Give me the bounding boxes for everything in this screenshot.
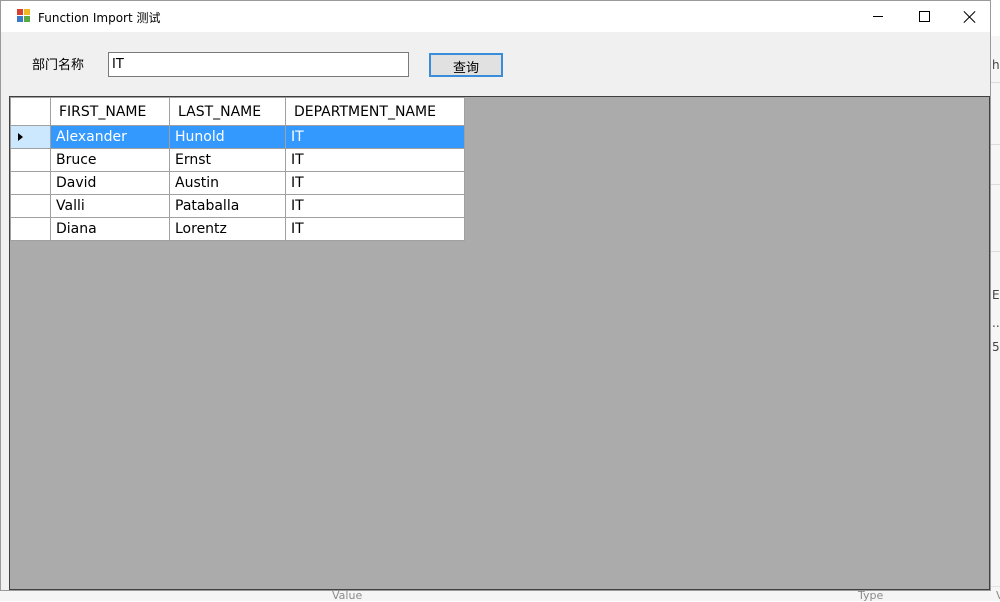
cell-department-name[interactable]: IT (285, 171, 465, 195)
current-row-arrow-icon (18, 133, 23, 141)
table-row[interactable]: Diana Lorentz IT (10, 217, 465, 241)
department-name-label: 部门名称 (32, 58, 85, 73)
cell-last-name[interactable]: Hunold (169, 125, 286, 149)
cell-first-name[interactable]: Alexander (50, 125, 170, 149)
column-header-department-name[interactable]: DEPARTMENT_NAME (285, 97, 465, 126)
cell-first-name[interactable]: Bruce (50, 148, 170, 172)
background-fragment: h (992, 58, 1000, 72)
cell-department-name[interactable]: IT (285, 194, 465, 218)
background-fragment: 55 (992, 340, 1000, 354)
title-bar[interactable]: Function Import 测试 (1, 1, 990, 32)
app-icon (17, 9, 32, 24)
minimize-icon (873, 16, 883, 17)
row-header[interactable] (10, 171, 51, 195)
cell-last-name[interactable]: Ernst (169, 148, 286, 172)
query-button[interactable]: 查询 (429, 53, 503, 77)
cell-department-name[interactable]: IT (285, 217, 465, 241)
cell-department-name[interactable]: IT (285, 148, 465, 172)
background-column-label: V (996, 589, 1000, 602)
row-header[interactable] (10, 125, 51, 149)
row-header[interactable] (10, 217, 51, 241)
table-row[interactable]: David Austin IT (10, 171, 465, 195)
background-app-right-strip: h E .. 55 (991, 36, 1000, 600)
data-grid[interactable]: FIRST_NAME LAST_NAME DEPARTMENT_NAME Ale… (9, 96, 990, 590)
cell-first-name[interactable]: Diana (50, 217, 170, 241)
close-button[interactable] (947, 1, 993, 32)
minimize-button[interactable] (855, 1, 901, 32)
background-fragment: E (992, 288, 1000, 302)
close-icon (964, 11, 976, 23)
window-title: Function Import 测试 (38, 11, 161, 25)
table-row[interactable]: Alexander Hunold IT (10, 125, 465, 149)
table-row[interactable]: Valli Pataballa IT (10, 194, 465, 218)
column-header-last-name[interactable]: LAST_NAME (169, 97, 286, 126)
grid-header-row: FIRST_NAME LAST_NAME DEPARTMENT_NAME (10, 97, 465, 126)
row-header[interactable] (10, 148, 51, 172)
column-header-first-name[interactable]: FIRST_NAME (50, 97, 170, 126)
row-header[interactable] (10, 194, 51, 218)
cell-last-name[interactable]: Austin (169, 171, 286, 195)
cell-last-name[interactable]: Lorentz (169, 217, 286, 241)
cell-department-name[interactable]: IT (285, 125, 465, 149)
department-name-input[interactable] (108, 52, 409, 77)
cell-first-name[interactable]: Valli (50, 194, 170, 218)
maximize-button[interactable] (901, 1, 947, 32)
background-fragment: .. (992, 316, 1000, 330)
cell-last-name[interactable]: Pataballa (169, 194, 286, 218)
cell-first-name[interactable]: David (50, 171, 170, 195)
maximize-icon (918, 11, 930, 22)
main-window: Function Import 测试 部门名称 查询 FIRST_NAME LA… (0, 0, 991, 591)
table-row[interactable]: Bruce Ernst IT (10, 148, 465, 172)
grid-corner-header[interactable] (10, 97, 51, 126)
data-grid-table: FIRST_NAME LAST_NAME DEPARTMENT_NAME Ale… (10, 97, 465, 241)
